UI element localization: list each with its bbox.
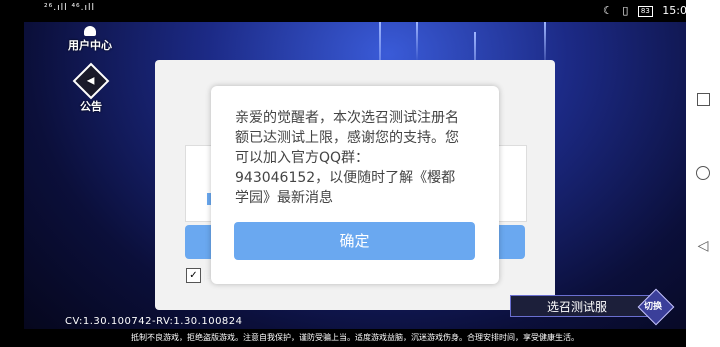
user-icon bbox=[84, 26, 96, 36]
status-bar: ²⁶.ıll ⁴⁶.ıll ☾ ▯ 83 15:03 bbox=[0, 0, 720, 22]
speaker-icon: ◀ bbox=[72, 62, 110, 100]
announcement-label: 公告 bbox=[80, 100, 102, 113]
confirm-button[interactable]: 确定 bbox=[234, 222, 475, 260]
light-streak bbox=[416, 22, 418, 62]
server-name: 选召测试服 bbox=[547, 300, 608, 314]
circle-icon bbox=[696, 166, 710, 180]
health-notice: 抵制不良游戏，拒绝盗版游戏。注意自我保护，谨防受骗上当。适度游戏益脑，沉迷游戏伤… bbox=[24, 329, 686, 347]
moon-icon: ☾ bbox=[602, 4, 613, 17]
triangle-back-icon: ◁ bbox=[697, 238, 709, 254]
switch-label: 切换 bbox=[644, 302, 663, 312]
status-right: ☾ ▯ 83 15:03 bbox=[597, 4, 694, 17]
version-label: CV:1.30.100742-RV:1.30.100824 bbox=[65, 316, 243, 327]
dialog-message: 亲爱的觉醒者，本次选召测试注册名额已达测试上限，感谢您的支持。您可以加入官方QQ… bbox=[235, 110, 459, 206]
notice-dialog: 亲爱的觉醒者，本次选召测试注册名额已达测试上限，感谢您的支持。您可以加入官方QQ… bbox=[211, 86, 499, 284]
home-button[interactable] bbox=[696, 166, 710, 180]
vibrate-icon: ▯ bbox=[622, 4, 629, 17]
agreement-checkbox[interactable]: ✓ bbox=[186, 268, 201, 283]
square-icon bbox=[696, 92, 710, 106]
battery-icon: 83 bbox=[637, 5, 653, 17]
system-nav-bar: ◁ bbox=[686, 0, 720, 347]
recent-apps-button[interactable] bbox=[696, 92, 710, 106]
announcement-button[interactable]: ◀ 公告 bbox=[72, 62, 110, 114]
back-button[interactable]: ◁ bbox=[696, 238, 710, 254]
signal-indicator: ²⁶.ıll ⁴⁶.ıll bbox=[44, 3, 96, 13]
user-center-button[interactable]: 用户中心 bbox=[68, 26, 112, 53]
user-center-label: 用户中心 bbox=[68, 39, 112, 52]
